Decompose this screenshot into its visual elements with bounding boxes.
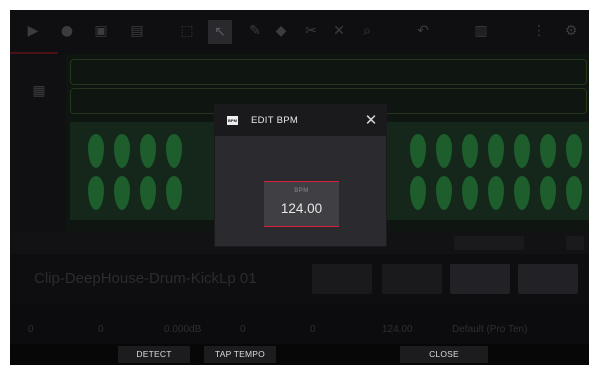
play-icon[interactable]: ▶ (24, 22, 42, 40)
param-value[interactable]: 0 (98, 324, 104, 335)
toolbar: ▶ ● ▣ ▤ ⬚ ↖ ✎ ◆ ✂ ✕ ⌕ ↶ ▥ ⋮ ⚙ (10, 10, 589, 54)
waveform-peak (140, 134, 156, 168)
track-info-button[interactable] (454, 236, 524, 250)
trim-icon[interactable]: ✕ (330, 22, 348, 40)
scissors-icon[interactable]: ✂ (302, 22, 320, 40)
undo-icon[interactable]: ↶ (414, 22, 432, 40)
menu-icon[interactable]: ⋮ (530, 22, 548, 40)
waveform-peak (488, 134, 504, 168)
waveform-peak (410, 176, 426, 210)
settings-icon[interactable]: ⚙ (562, 22, 580, 40)
marquee-icon[interactable]: ⬚ (178, 22, 196, 40)
save-button[interactable] (450, 264, 510, 294)
close-icon[interactable]: ✕ (363, 111, 379, 129)
grid-icon[interactable]: ▥ (472, 22, 490, 40)
waveform-peak (114, 134, 130, 168)
param-value[interactable]: 0 (310, 324, 316, 335)
lane-1[interactable] (70, 59, 587, 85)
waveform-peak (540, 134, 556, 168)
sample-row: Clip-DeepHouse-Drum-KickLp 01 (10, 254, 589, 304)
param-value[interactable]: 0 (240, 324, 246, 335)
bottom-bar: DETECT TAP TEMPO CLOSE (10, 344, 589, 365)
select-icon[interactable]: ↖ (208, 20, 232, 44)
track-info-toggle[interactable] (566, 236, 584, 250)
eraser-icon[interactable]: ◆ (272, 22, 290, 40)
params-row: 0 0 0.000dB 0 0 124.00 Default (Pro Ten) (10, 304, 589, 344)
waveform-peak (166, 134, 182, 168)
bpm-field[interactable]: BPM 124.00 (264, 181, 339, 227)
waveform-peak (410, 134, 426, 168)
waveform-peak (566, 134, 582, 168)
track-icon: ▦ (32, 83, 46, 99)
edit-bpm-dialog: BPM EDIT BPM ✕ BPM 124.00 (215, 105, 386, 246)
copy-icon[interactable]: ▣ (92, 22, 110, 40)
record-icon[interactable]: ● (58, 22, 76, 40)
waveform-peak (462, 176, 478, 210)
waveform-peak (566, 176, 582, 210)
waveform-peak (462, 134, 478, 168)
tap-tempo-button[interactable]: TAP TEMPO (204, 346, 276, 363)
waveform-peak (514, 134, 530, 168)
waveform-peak (140, 176, 156, 210)
sample-option-button[interactable] (382, 264, 442, 294)
waveform-peak (166, 176, 182, 210)
detect-button[interactable]: DETECT (118, 346, 190, 363)
bpm-field-label: BPM (294, 188, 309, 194)
pencil-icon[interactable]: ✎ (246, 22, 264, 40)
waveform-peak (436, 134, 452, 168)
waveform-peak (88, 134, 104, 168)
param-value[interactable]: 0 (28, 324, 34, 335)
param-value[interactable]: Default (Pro Ten) (452, 324, 527, 335)
zoom-icon[interactable]: ⌕ (358, 22, 376, 40)
waveform-peak (540, 176, 556, 210)
sample-name[interactable]: Clip-DeepHouse-Drum-KickLp 01 (34, 270, 257, 287)
waveform-peak (114, 176, 130, 210)
waveform-peak (514, 176, 530, 210)
dialog-title: EDIT BPM (251, 115, 299, 126)
waveform-peak (436, 176, 452, 210)
screen: ▶ ● ▣ ▤ ⬚ ↖ ✎ ◆ ✂ ✕ ⌕ ↶ ▥ ⋮ ⚙ ▦ ● (10, 10, 589, 365)
waveform-peak (488, 176, 504, 210)
param-value[interactable]: 124.00 (382, 324, 413, 335)
edit-icon[interactable]: ▤ (128, 22, 146, 40)
param-value[interactable]: 0.000dB (164, 324, 201, 335)
bpm-icon: BPM (227, 116, 238, 125)
sample-option-button[interactable] (312, 264, 372, 294)
track-column: ▦ ● (10, 54, 66, 254)
waveform-peak (88, 176, 104, 210)
close-button[interactable]: CLOSE (400, 346, 488, 363)
dialog-header: BPM EDIT BPM ✕ (215, 105, 386, 136)
bpm-value[interactable]: 124.00 (264, 201, 339, 216)
edit-button[interactable] (518, 264, 578, 294)
